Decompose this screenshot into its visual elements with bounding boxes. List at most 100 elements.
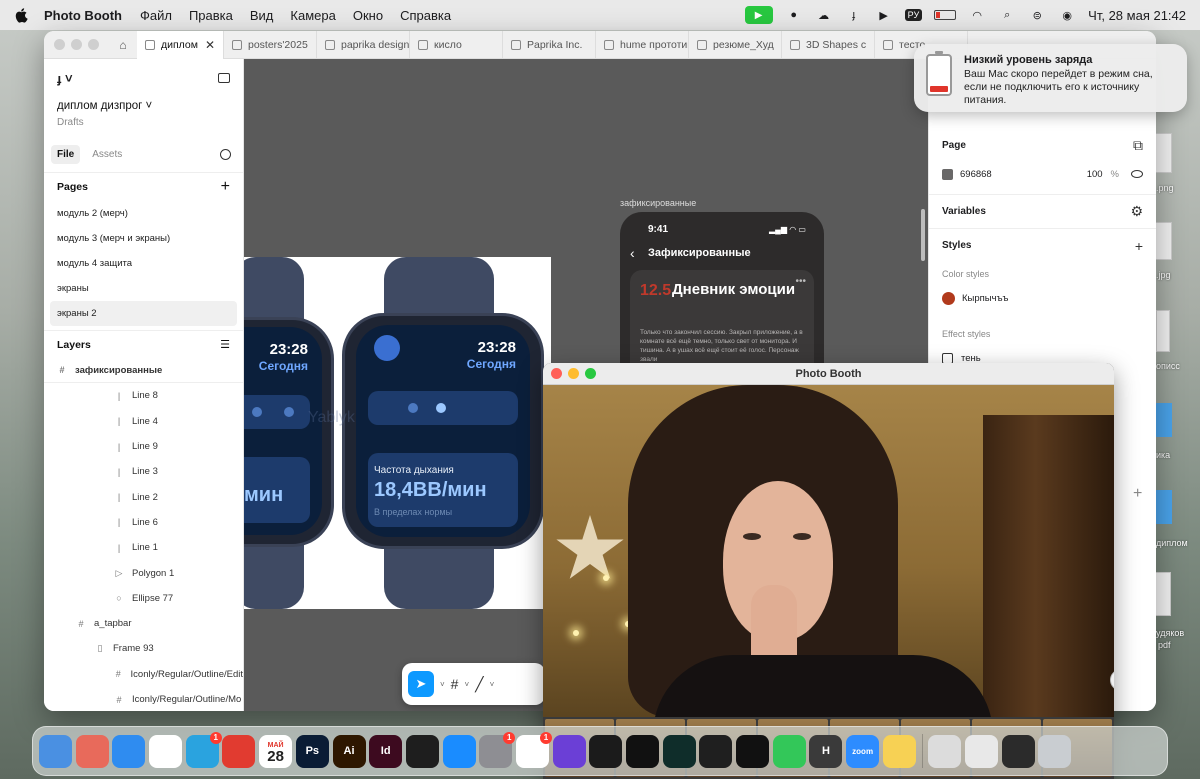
safari-icon[interactable] bbox=[112, 734, 146, 768]
canvas-scrollbar[interactable] bbox=[921, 209, 925, 261]
search-icon[interactable] bbox=[220, 149, 231, 160]
add-page-icon[interactable]: + bbox=[221, 178, 230, 196]
layer-item[interactable]: # a_tapbar bbox=[44, 611, 243, 636]
stack-3-icon[interactable] bbox=[1001, 734, 1035, 768]
vpn-app-icon[interactable] bbox=[662, 734, 696, 768]
frame-label[interactable]: зафиксированные bbox=[620, 198, 696, 208]
input-language[interactable]: РУ bbox=[904, 9, 923, 21]
minimize-window-button[interactable] bbox=[71, 39, 82, 50]
figma-status-icon[interactable]: ɟ bbox=[845, 8, 863, 22]
desktop-file-thumb[interactable] bbox=[1155, 572, 1171, 616]
line-tool-icon[interactable]: ╱ bbox=[475, 676, 483, 693]
battery-icon[interactable] bbox=[934, 10, 957, 20]
desktop-file-thumb[interactable] bbox=[1154, 133, 1172, 173]
layer-item[interactable]: ▷ Polygon 1 bbox=[44, 560, 243, 585]
apple-icon[interactable] bbox=[14, 7, 30, 23]
trash-icon[interactable] bbox=[1038, 734, 1072, 768]
burst-app-icon[interactable] bbox=[589, 734, 623, 768]
menu-file[interactable]: Файл bbox=[140, 8, 172, 23]
tab-3d-shapes[interactable]: 3D Shapes c bbox=[782, 31, 875, 59]
figma-menu-icon[interactable]: ɟ ˅ bbox=[57, 71, 230, 86]
file-title[interactable]: диплом дизпрог ˅ bbox=[57, 100, 230, 112]
page-item-selected[interactable]: экраны 2 bbox=[50, 301, 237, 326]
zoom-status-icon[interactable]: ● bbox=[785, 8, 803, 22]
color-style-item[interactable]: Кырпычъъ bbox=[942, 286, 1143, 310]
layer-item[interactable]: | Line 2 bbox=[44, 484, 243, 509]
zoom-icon[interactable]: zoom bbox=[846, 734, 880, 768]
photoshop-icon[interactable]: Ps bbox=[295, 734, 329, 768]
desktop-folder[interactable] bbox=[1154, 403, 1172, 437]
page-item[interactable]: экраны bbox=[44, 276, 243, 301]
desktop-file-thumb[interactable] bbox=[1156, 310, 1170, 352]
tab-file[interactable]: File bbox=[51, 145, 81, 164]
layer-item[interactable]: | Line 9 bbox=[44, 434, 243, 459]
tab-diplom[interactable]: диплом ✕ bbox=[137, 31, 224, 59]
capcut-icon[interactable] bbox=[736, 734, 770, 768]
finder-icon[interactable] bbox=[39, 734, 72, 768]
reminders-icon[interactable]: 1 bbox=[515, 731, 552, 768]
layers-options-icon[interactable]: ☰ bbox=[220, 338, 230, 351]
layer-item[interactable]: # Iconly/Regular/Outline/Mo bbox=[44, 687, 243, 711]
messages-icon[interactable] bbox=[772, 734, 806, 768]
page-item[interactable]: модуль 4 защита bbox=[44, 251, 243, 276]
siri-icon[interactable]: ◉ bbox=[1058, 8, 1076, 22]
menu-edit[interactable]: Правка bbox=[189, 8, 233, 23]
desktop-folder[interactable] bbox=[1154, 490, 1172, 524]
tab-hume[interactable]: hume прототип bbox=[596, 31, 689, 59]
menu-help[interactable]: Справка bbox=[400, 8, 451, 23]
chevron-down-icon[interactable]: ˅ bbox=[490, 680, 495, 689]
stack-1-icon[interactable] bbox=[928, 734, 962, 768]
search-icon[interactable]: ⌕ bbox=[998, 8, 1016, 22]
layer-item[interactable]: # Iconly/Regular/Outline/Edit bbox=[44, 662, 243, 687]
cloud-icon[interactable]: ☁ bbox=[815, 8, 833, 22]
layer-item[interactable]: | Line 4 bbox=[44, 409, 243, 434]
tab-posters[interactable]: posters'2025 bbox=[224, 31, 317, 59]
control-center-icon[interactable]: ⊜ bbox=[1028, 8, 1046, 22]
variables-settings-icon[interactable]: ⚙ bbox=[1130, 203, 1143, 220]
home-icon[interactable]: ⌂ bbox=[109, 38, 137, 52]
tab-kislo[interactable]: кисло bbox=[410, 31, 503, 59]
watch-image[interactable]: 23:28 Сегодня мин 23:28 Сегодня Частота … bbox=[244, 257, 551, 609]
stack-2-icon[interactable] bbox=[964, 734, 998, 768]
h-app-icon[interactable]: H bbox=[809, 734, 843, 768]
figma-icon[interactable] bbox=[405, 734, 439, 768]
wifi-icon[interactable]: ◠ bbox=[968, 8, 986, 22]
chatgpt-icon[interactable] bbox=[699, 734, 733, 768]
page-fill-row[interactable]: 696868 100 % bbox=[942, 162, 1143, 186]
app-store-icon[interactable] bbox=[442, 734, 476, 768]
chevron-down-icon[interactable]: ˅ bbox=[464, 680, 469, 689]
close-tab-icon[interactable]: ✕ bbox=[205, 38, 215, 52]
layer-item[interactable]: | Line 3 bbox=[44, 459, 243, 484]
desktop-file-thumb[interactable] bbox=[1154, 222, 1172, 260]
chrome-icon[interactable] bbox=[149, 734, 183, 768]
move-tool-icon[interactable]: ➤ bbox=[408, 671, 434, 697]
telegram-icon[interactable]: 1 bbox=[185, 731, 222, 768]
indesign-icon[interactable]: Id bbox=[369, 734, 403, 768]
menu-window[interactable]: Окно bbox=[353, 8, 383, 23]
tab-paprika-inc[interactable]: Paprika Inc. bbox=[503, 31, 596, 59]
tab-resume[interactable]: резюме_Худ bbox=[689, 31, 782, 59]
spotify-icon[interactable] bbox=[626, 734, 659, 768]
frame-tool-icon[interactable]: # bbox=[451, 676, 459, 692]
eye-icon[interactable] bbox=[1131, 170, 1143, 178]
right-panel-add-icon[interactable]: + bbox=[1133, 485, 1142, 503]
camera-in-use-icon[interactable]: ▶ bbox=[744, 6, 773, 24]
notes-icon[interactable] bbox=[882, 734, 916, 768]
calendar-icon[interactable]: МАЙ 28 bbox=[259, 734, 293, 768]
photo-booth-titlebar[interactable]: Photo Booth bbox=[543, 363, 1114, 385]
layer-item[interactable]: # зафиксированные bbox=[44, 358, 243, 384]
add-style-icon[interactable]: + bbox=[1135, 238, 1143, 254]
launchpad-icon[interactable] bbox=[75, 734, 109, 768]
illustrator-icon[interactable]: Ai bbox=[332, 734, 366, 768]
presentation-icon[interactable] bbox=[222, 734, 256, 768]
zoom-window-button[interactable] bbox=[88, 39, 99, 50]
layer-item[interactable]: | Line 8 bbox=[44, 383, 243, 408]
star-app-icon[interactable] bbox=[552, 734, 586, 768]
clock[interactable]: Чт, 28 мая 21:42 bbox=[1088, 8, 1186, 23]
toggle-sidebar-icon[interactable] bbox=[218, 73, 230, 83]
tab-assets[interactable]: Assets bbox=[86, 145, 128, 164]
chevron-down-icon[interactable]: ˅ bbox=[440, 680, 445, 689]
file-location[interactable]: Drafts bbox=[57, 117, 230, 128]
menu-view[interactable]: Вид bbox=[250, 8, 274, 23]
tab-paprika-design[interactable]: paprika design bbox=[317, 31, 410, 59]
